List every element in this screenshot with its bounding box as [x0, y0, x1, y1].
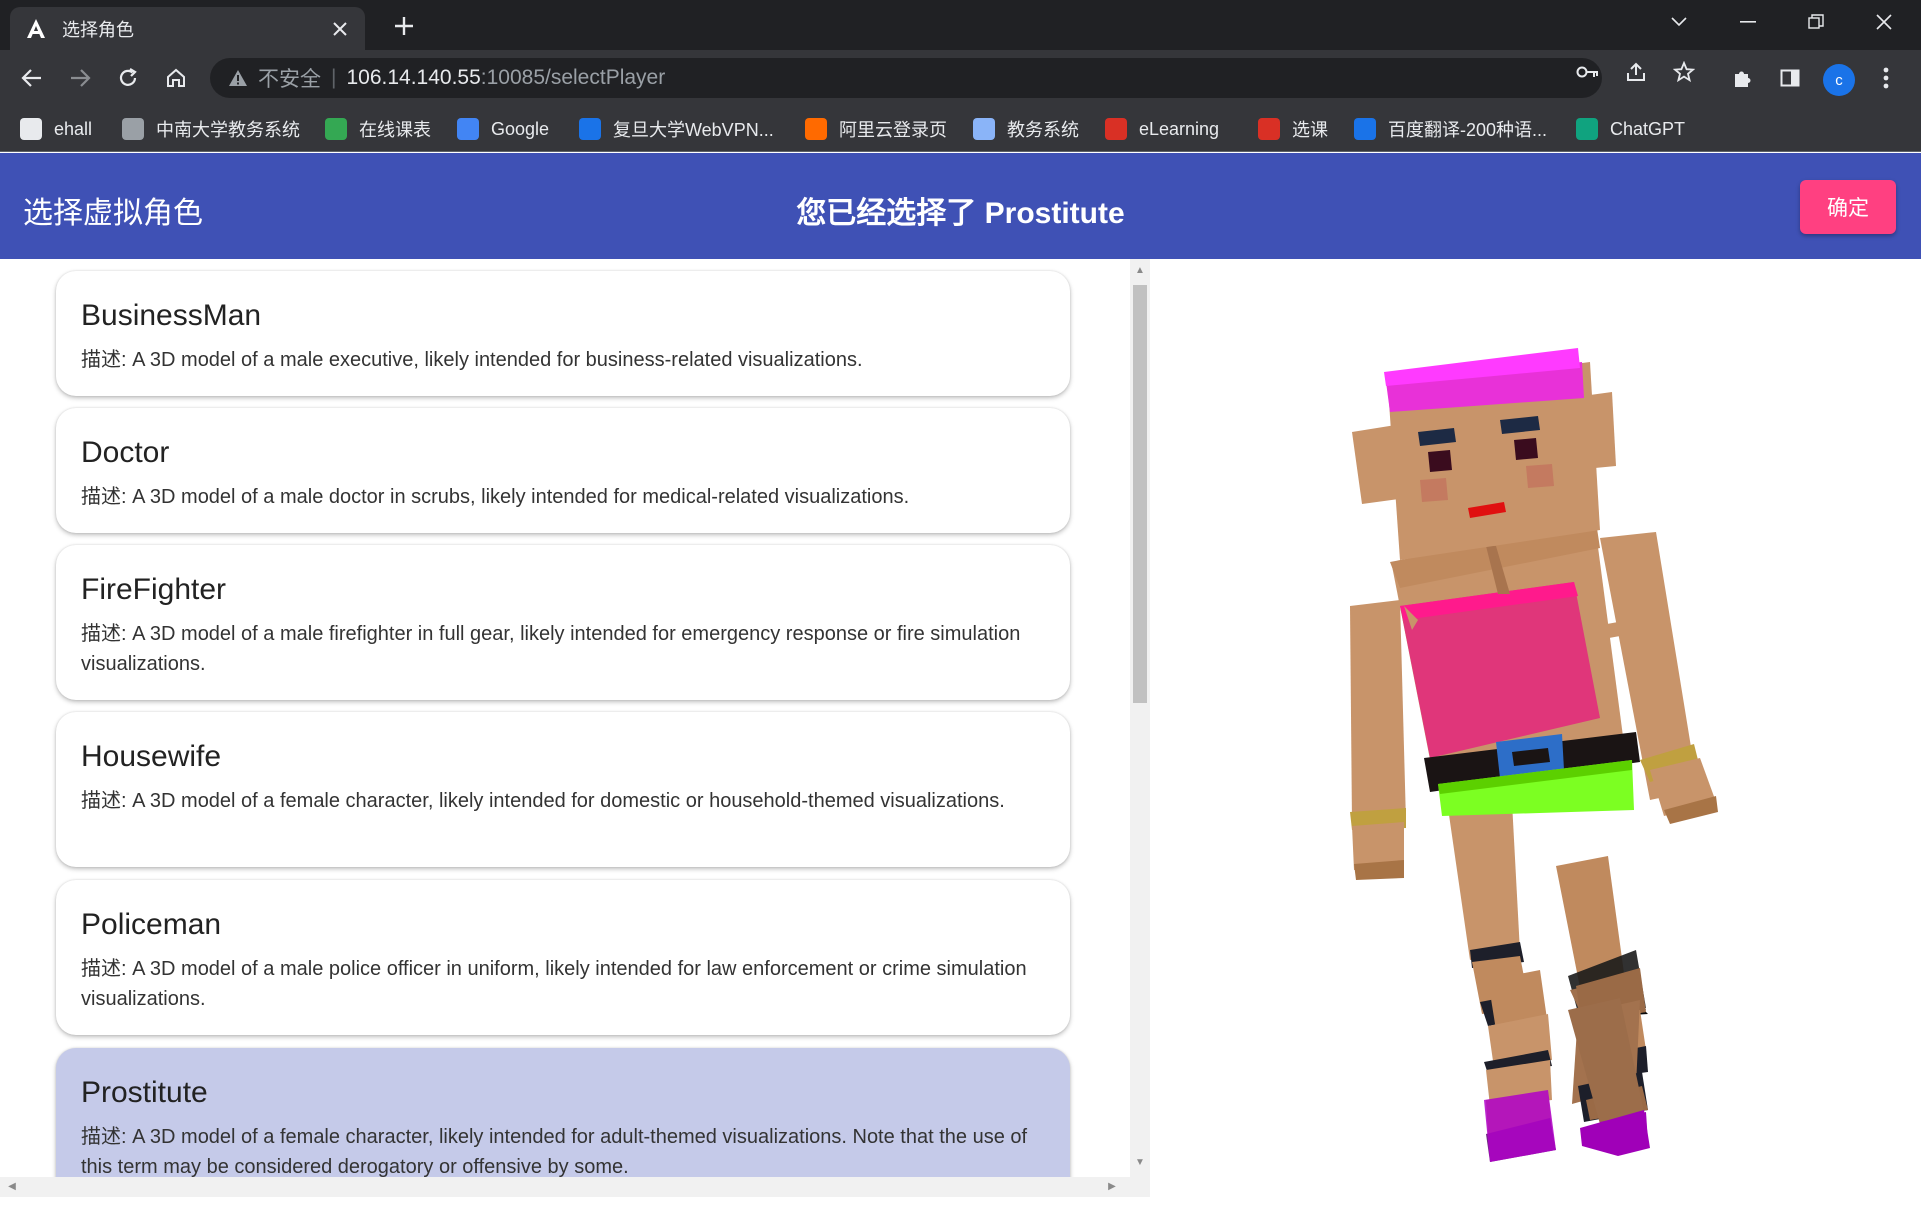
- home-icon[interactable]: [160, 62, 192, 94]
- url-separator: |: [331, 66, 337, 89]
- key-icon[interactable]: [1574, 58, 1602, 86]
- browser-toolbar: 不安全 | 106.14.140.55 :10085/selectPlayer: [0, 50, 1921, 106]
- bookmark-label: ehall: [54, 118, 93, 139]
- player-name: Housewife: [81, 740, 222, 773]
- player-description: 描述: A 3D model of a male executive, like…: [81, 349, 863, 371]
- bookmark-item[interactable]: 复旦大学WebVPN...: [579, 116, 774, 142]
- address-bar[interactable]: 不安全 | 106.14.140.55 :10085/selectPlayer: [210, 58, 1602, 98]
- back-icon[interactable]: [16, 62, 48, 94]
- bookmark-label: ChatGPT: [1610, 118, 1686, 139]
- bookmark-label: 阿里云登录页: [839, 120, 947, 140]
- url-path: :10085/selectPlayer: [480, 66, 666, 89]
- new-tab-icon[interactable]: [387, 9, 421, 43]
- player-card[interactable]: FireFighter 描述: A 3D model of a male fire…: [56, 545, 1070, 700]
- share-icon[interactable]: [1622, 58, 1650, 86]
- bookmark-label: 选课: [1292, 120, 1328, 140]
- selection-status: 您已经选择了 Prostitute: [796, 197, 1125, 230]
- globe-icon: [122, 118, 144, 140]
- menu-kebab-icon[interactable]: [1870, 62, 1902, 94]
- browser-tab[interactable]: 选择角色: [10, 7, 365, 50]
- player-description: 描述: A 3D model of a female character, li…: [81, 790, 1005, 812]
- close-tab-icon[interactable]: [329, 18, 351, 40]
- horizontal-scrollbar[interactable]: ◀ ▶: [0, 1177, 1150, 1197]
- close-window-icon[interactable]: [1856, 0, 1912, 44]
- vertical-scrollbar[interactable]: ▲ ▼: [1130, 259, 1150, 1177]
- player-card[interactable]: BusinessMan 描述: A 3D model of a male exec…: [56, 271, 1070, 396]
- bookmark-label: Google: [491, 118, 550, 139]
- player-list: BusinessMan 描述: A 3D model of a male exec…: [0, 259, 1130, 1177]
- scroll-down-arrow-icon[interactable]: ▼: [1134, 1157, 1146, 1169]
- character-model-render: [1350, 348, 1718, 1162]
- reload-icon[interactable]: [112, 62, 144, 94]
- bookmark-label: 中南大学教务系统: [156, 120, 300, 140]
- player-card[interactable]: Housewife 描述: A 3D model of a female char…: [56, 712, 1070, 867]
- player-name: BusinessMan: [81, 299, 262, 332]
- leaf-icon: [325, 118, 347, 140]
- seal-icon: [973, 118, 995, 140]
- scroll-left-arrow-icon[interactable]: ◀: [6, 1181, 18, 1193]
- player-card[interactable]: Prostitute 描述: A 3D model of a female cha…: [56, 1048, 1070, 1177]
- angular-logo-icon: [24, 17, 48, 41]
- bookmarks-bar: ehall 中南大学教务系统 在线课表 Google 复旦大学WebVPN... 阿里云登…: [0, 106, 1921, 152]
- bookmark-label: 在线课表: [359, 120, 431, 140]
- player-description: 描述: A 3D model of a female character, li…: [81, 1126, 1028, 1177]
- bookmark-item[interactable]: ehall: [20, 116, 92, 142]
- scroll-right-arrow-icon[interactable]: ▶: [1106, 1181, 1118, 1193]
- bookmark-label: 教务系统: [1007, 120, 1079, 140]
- app-header: 选择虚拟角色 您已经选择了 Prostitute 确定: [0, 153, 1921, 259]
- forward-icon[interactable]: [64, 62, 96, 94]
- translate-icon: [1354, 118, 1376, 140]
- player-card[interactable]: Doctor 描述: A 3D model of a male doctor in…: [56, 408, 1070, 533]
- extensions-icon[interactable]: [1726, 62, 1758, 94]
- bookmark-item[interactable]: 教务系统: [973, 116, 1079, 142]
- bookmark-item[interactable]: 阿里云登录页: [805, 116, 947, 142]
- bookmark-item[interactable]: 百度翻译-200种语...: [1354, 116, 1547, 142]
- bookmark-star-icon[interactable]: [1670, 58, 1698, 86]
- aliyun-icon: [805, 118, 827, 140]
- tab-search-icon[interactable]: [1651, 0, 1707, 44]
- scroll-up-arrow-icon[interactable]: ▲: [1134, 265, 1146, 277]
- player-description: 描述: A 3D model of a male doctor in scrub…: [81, 486, 910, 508]
- home-icon: [20, 118, 42, 140]
- confirm-button[interactable]: 确定: [1800, 180, 1896, 234]
- bookmark-item[interactable]: ChatGPT: [1576, 116, 1685, 142]
- fudan-icon: [579, 118, 601, 140]
- warning-icon[interactable]: [228, 69, 248, 87]
- google-icon: [457, 118, 479, 140]
- restore-icon[interactable]: [1788, 0, 1844, 44]
- character-3d-viewer[interactable]: [1150, 259, 1921, 1200]
- player-name: FireFighter: [81, 573, 227, 606]
- minimize-icon[interactable]: [1720, 0, 1776, 44]
- bookmark-item[interactable]: eLearning: [1105, 116, 1219, 142]
- player-name: Doctor: [81, 436, 170, 469]
- bookmark-label: 复旦大学WebVPN...: [613, 120, 774, 140]
- player-name: Policeman: [81, 908, 222, 941]
- security-label[interactable]: 不安全: [258, 63, 321, 93]
- profile-avatar[interactable]: c: [1823, 64, 1855, 96]
- side-panel-icon[interactable]: [1774, 62, 1806, 94]
- bookmark-label: 百度翻译-200种语...: [1388, 120, 1548, 140]
- chatgpt-icon: [1576, 118, 1598, 140]
- player-description: 描述: A 3D model of a male police officer …: [81, 958, 1027, 1010]
- tab-title: 选择角色: [62, 19, 134, 40]
- url-host: 106.14.140.55: [346, 66, 481, 89]
- gear-icon: [1105, 118, 1127, 140]
- player-name: Prostitute: [81, 1076, 208, 1109]
- bookmark-item[interactable]: 在线课表: [325, 116, 431, 142]
- bookmark-item[interactable]: 中南大学教务系统: [122, 116, 300, 142]
- player-card[interactable]: Policeman 描述: A 3D model of a male police…: [56, 880, 1070, 1035]
- bookmark-item[interactable]: 选课: [1258, 116, 1328, 142]
- p-icon: [1258, 118, 1280, 140]
- player-description: 描述: A 3D model of a male firefighter in …: [81, 623, 1021, 675]
- tab-strip: 选择角色: [0, 0, 1921, 50]
- bookmark-item[interactable]: Google: [457, 116, 549, 142]
- scroll-thumb[interactable]: [1133, 285, 1147, 703]
- bookmark-label: eLearning: [1139, 118, 1220, 139]
